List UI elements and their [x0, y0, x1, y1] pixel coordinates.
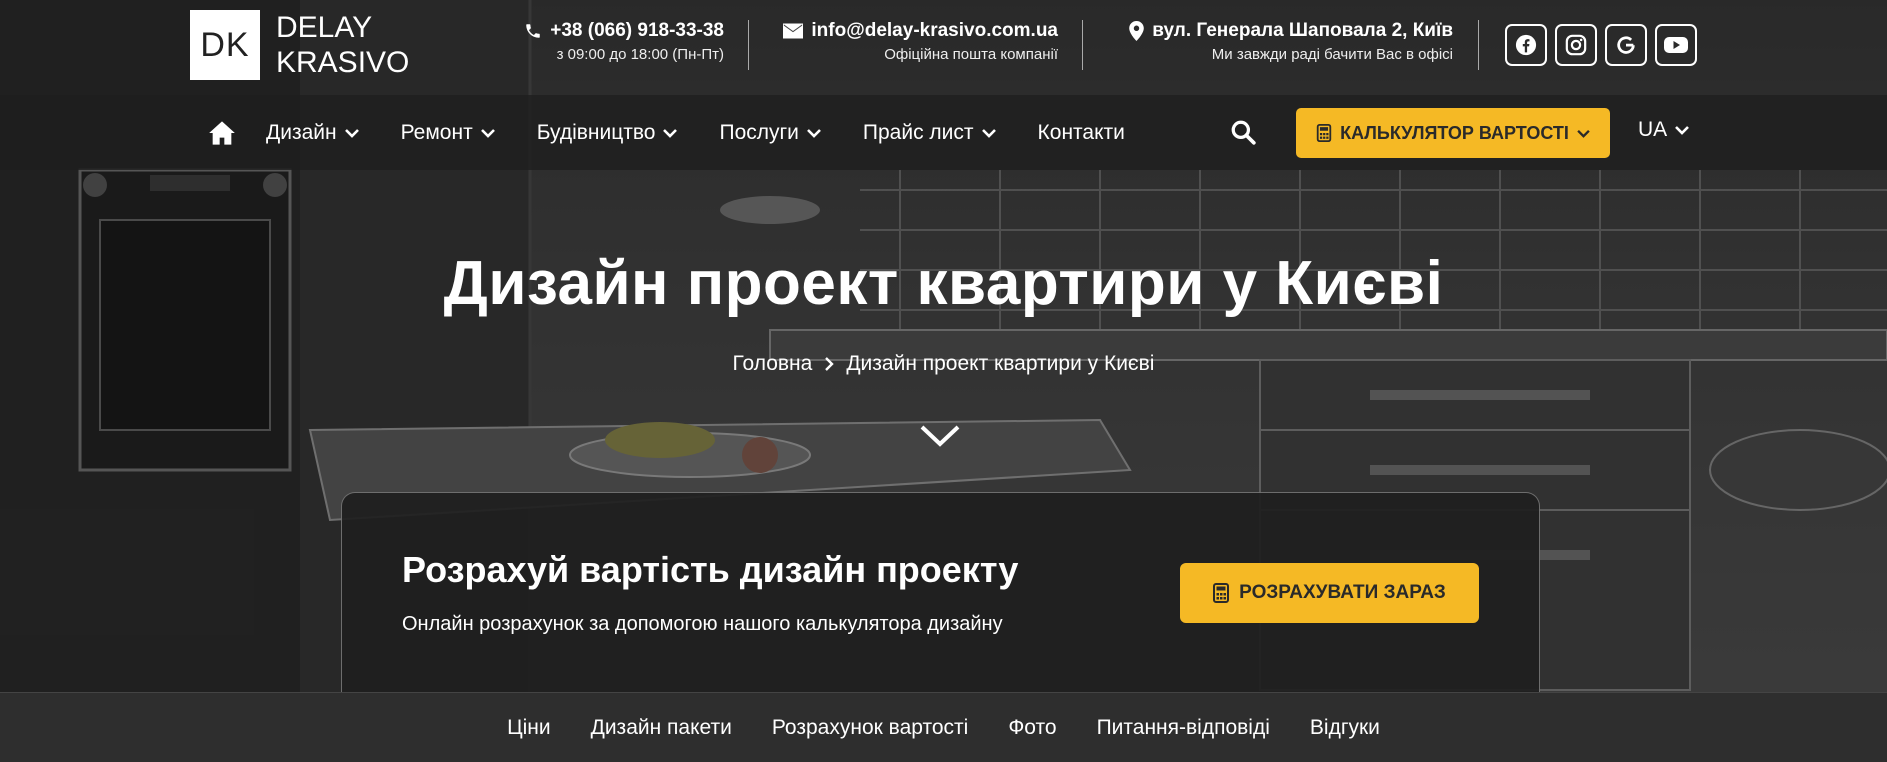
email-note: Офіційна пошта компанії	[884, 46, 1058, 63]
breadcrumb-current: Дизайн проект квартири у Києві	[846, 352, 1155, 375]
calculate-now-label: РОЗРАХУВАТИ ЗАРАЗ	[1239, 582, 1446, 603]
nav-item-label: Дизайн	[266, 120, 337, 144]
nav-item-label: Прайс лист	[862, 120, 974, 144]
google-icon	[1617, 36, 1635, 54]
chevron-down-icon	[1577, 129, 1590, 138]
contact-phone[interactable]: +38 (066) 918-33-38 з 09:00 до 18:00 (Пн…	[520, 20, 724, 63]
cost-calculator-card: Розрахуй вартість дизайн проекту Онлайн …	[341, 492, 1540, 702]
divider	[1082, 20, 1083, 70]
divider	[1478, 20, 1479, 70]
divider	[748, 20, 749, 70]
google-link[interactable]	[1605, 24, 1647, 66]
chevron-down-icon	[480, 128, 495, 138]
chevron-down-icon	[806, 128, 821, 138]
nav-item-label: Ремонт	[400, 120, 473, 144]
facebook-link[interactable]	[1505, 24, 1547, 66]
address-note: Ми завжди раді бачити Вас в офісі	[1211, 46, 1453, 63]
breadcrumb: Головна Дизайн проект квартири у Києві	[0, 352, 1887, 376]
nav-item-label: Послуги	[719, 120, 799, 144]
address-text: вул. Генерала Шаповала 2, Київ	[1152, 20, 1453, 41]
language-switcher[interactable]: UA	[1638, 118, 1690, 142]
facebook-icon	[1515, 34, 1537, 56]
logo-line-1: DELAY	[276, 11, 373, 44]
breadcrumb-home[interactable]: Головна	[733, 352, 813, 376]
page-title: Дизайн проект квартири у Києві	[443, 249, 1444, 318]
logo-wordmark: DELAY KRASIVO	[276, 10, 409, 80]
chevron-right-icon	[825, 357, 835, 371]
tab-cost-calculation[interactable]: Розрахунок вартості	[772, 716, 968, 740]
section-tabs: Ціни Дизайн пакети Розрахунок вартості Ф…	[0, 692, 1887, 762]
top-header: DK DELAY KRASIVO +38 (066) 918-33-38 з 0…	[0, 0, 1887, 95]
tab-reviews[interactable]: Відгуки	[1310, 716, 1380, 740]
main-navigation: Дизайн Ремонт Будівництво Послуги Прайс …	[0, 95, 1887, 170]
search-icon[interactable]	[1230, 119, 1256, 145]
envelope-icon	[783, 23, 804, 39]
tab-prices[interactable]: Ціни	[507, 716, 551, 740]
chevron-down-icon	[663, 128, 678, 138]
email-address: info@delay-krasivo.com.ua	[811, 20, 1058, 41]
chevron-down-icon	[344, 128, 359, 138]
nav-item-contacts[interactable]: Контакти	[1038, 121, 1125, 145]
chevron-down-icon	[981, 128, 996, 138]
calculator-button[interactable]: КАЛЬКУЛЯТОР ВАРТОСТІ	[1296, 108, 1610, 158]
nav-item-design[interactable]: Дизайн	[266, 121, 359, 145]
phone-icon	[526, 24, 540, 38]
card-subtitle: Онлайн розрахунок за допомогою нашого ка…	[402, 613, 1003, 635]
tab-faq[interactable]: Питання-відповіді	[1097, 716, 1270, 740]
phone-hours: з 09:00 до 18:00 (Пн-Пт)	[556, 46, 724, 63]
calculate-now-button[interactable]: РОЗРАХУВАТИ ЗАРАЗ	[1180, 563, 1479, 623]
scroll-down-icon[interactable]	[920, 424, 960, 448]
social-links	[1505, 24, 1697, 66]
map-pin-icon	[1129, 21, 1145, 41]
tab-design-packages[interactable]: Дизайн пакети	[591, 716, 732, 740]
card-title: Розрахуй вартість дизайн проекту	[402, 549, 1019, 590]
logo-mark: DK	[190, 10, 260, 80]
calculator-icon	[1316, 124, 1332, 142]
nav-item-price-list[interactable]: Прайс лист	[863, 121, 996, 145]
contact-address[interactable]: вул. Генерала Шаповала 2, Київ Ми завжди…	[1110, 20, 1453, 63]
calculator-button-label: КАЛЬКУЛЯТОР ВАРТОСТІ	[1340, 122, 1569, 143]
instagram-link[interactable]	[1555, 24, 1597, 66]
nav-item-construction[interactable]: Будівництво	[537, 121, 678, 145]
chevron-down-icon	[1675, 126, 1690, 135]
contact-email[interactable]: info@delay-krasivo.com.ua Офіційна пошта…	[770, 20, 1058, 63]
nav-item-label: Контакти	[1037, 120, 1125, 144]
instagram-icon	[1565, 34, 1587, 56]
home-icon[interactable]	[208, 119, 236, 147]
brand-logo[interactable]: DK DELAY KRASIVO	[190, 10, 409, 80]
tab-photos[interactable]: Фото	[1008, 716, 1056, 740]
youtube-link[interactable]	[1655, 24, 1697, 66]
language-label: UA	[1638, 118, 1668, 141]
nav-item-label: Будівництво	[536, 120, 656, 144]
phone-number: +38 (066) 918-33-38	[550, 20, 724, 41]
youtube-icon	[1664, 37, 1688, 53]
nav-item-services[interactable]: Послуги	[719, 120, 821, 145]
logo-line-2: KRASIVO	[276, 46, 410, 79]
calculator-icon	[1213, 583, 1230, 603]
nav-item-renovation[interactable]: Ремонт	[401, 121, 495, 145]
